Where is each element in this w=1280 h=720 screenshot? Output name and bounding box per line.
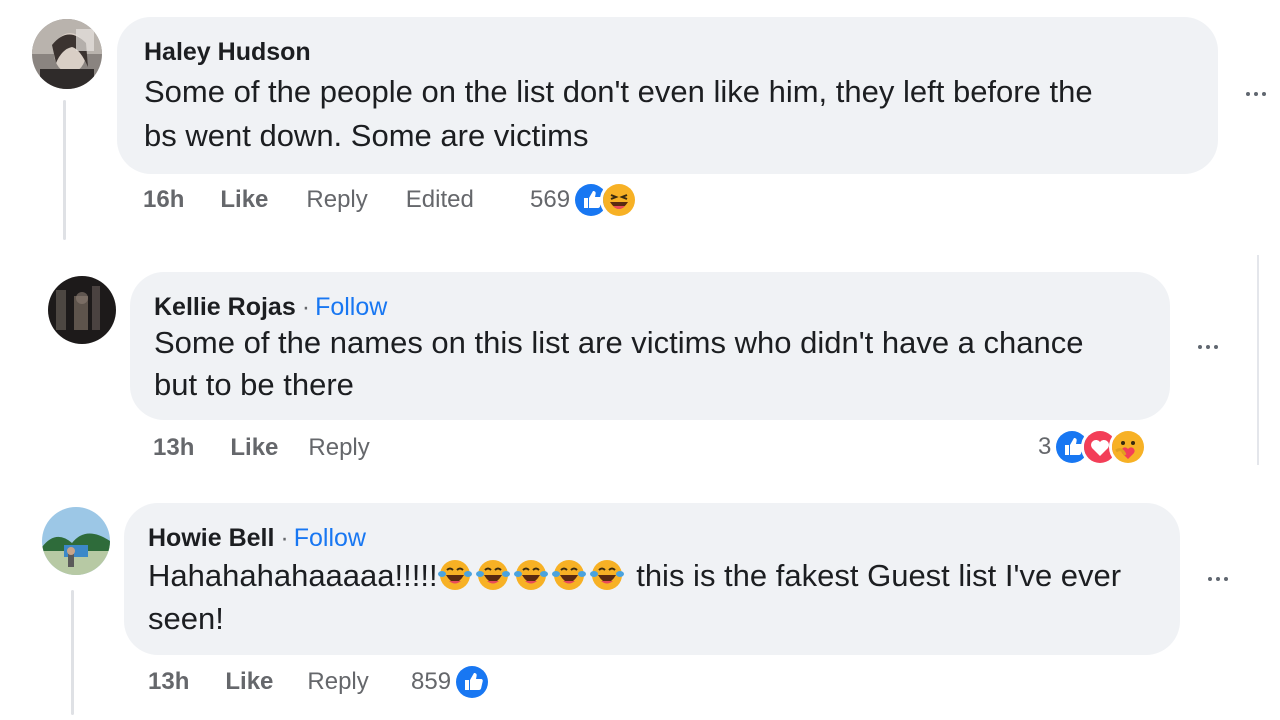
tears-of-joy-icon bbox=[513, 558, 548, 592]
comment-text-line: bs went down. Some are victims bbox=[144, 118, 589, 153]
comment-text-line: Hahahahahaaaaa!!!!! this is the fakest G… bbox=[148, 554, 1168, 597]
comment-text: Some of the names on this list are victi… bbox=[154, 322, 1154, 406]
comment-actions: 16h Like Reply Edited bbox=[143, 186, 474, 214]
comment-text: Hahahahahaaaaa!!!!! this is the fakest G… bbox=[148, 554, 1168, 640]
author-name[interactable]: Howie Bell bbox=[148, 524, 274, 553]
comment-actions: 13h Like Reply bbox=[148, 668, 369, 696]
reply-button[interactable]: Reply bbox=[307, 668, 368, 696]
avatar[interactable] bbox=[32, 19, 102, 89]
timestamp[interactable]: 13h bbox=[153, 434, 194, 462]
edited-label[interactable]: Edited bbox=[406, 186, 474, 214]
comment-text-line: Some of the names on this list are victi… bbox=[154, 325, 1084, 360]
tears-of-joy-icon bbox=[437, 558, 472, 592]
comment-text-line: seen! bbox=[148, 601, 224, 636]
timestamp[interactable]: 16h bbox=[143, 186, 184, 214]
timestamp[interactable]: 13h bbox=[148, 668, 189, 696]
more-options-icon[interactable] bbox=[1246, 92, 1266, 96]
reaction-summary[interactable]: 569 bbox=[530, 181, 639, 219]
like-button[interactable]: Like bbox=[220, 186, 268, 214]
comment-header: Howie Bell · Follow bbox=[148, 524, 366, 553]
tears-of-joy-icon bbox=[475, 558, 510, 592]
comment-header: Kellie Rojas · Follow bbox=[154, 293, 387, 322]
avatar[interactable] bbox=[48, 276, 116, 344]
reaction-count: 3 bbox=[1038, 433, 1052, 460]
follow-button[interactable]: Follow bbox=[294, 524, 366, 553]
comment-header: Haley Hudson bbox=[144, 38, 311, 67]
author-name[interactable]: Haley Hudson bbox=[144, 38, 311, 67]
reply-button[interactable]: Reply bbox=[306, 186, 367, 214]
reaction-count: 569 bbox=[530, 186, 571, 213]
more-options-icon[interactable] bbox=[1198, 345, 1218, 349]
scroll-rail bbox=[1257, 255, 1259, 465]
thread-line bbox=[71, 590, 74, 715]
author-name[interactable]: Kellie Rojas bbox=[154, 293, 296, 322]
care-icon bbox=[1109, 428, 1148, 466]
reaction-count: 859 bbox=[411, 668, 452, 695]
thread-line bbox=[63, 100, 66, 240]
like-button[interactable]: Like bbox=[230, 434, 278, 462]
comment-text-suffix: this is the fakest Guest list I've ever bbox=[627, 558, 1122, 593]
tears-of-joy-icon bbox=[589, 558, 624, 592]
reaction-summary[interactable]: 859 bbox=[411, 663, 492, 701]
separator: · bbox=[301, 293, 311, 321]
more-options-icon[interactable] bbox=[1208, 577, 1228, 581]
comment-text-line: Some of the people on the list don't eve… bbox=[144, 74, 1093, 109]
avatar[interactable] bbox=[42, 507, 110, 575]
like-button[interactable]: Like bbox=[225, 668, 273, 696]
like-icon bbox=[453, 663, 492, 701]
tears-of-joy-icon bbox=[551, 558, 586, 592]
reaction-summary[interactable]: 3 bbox=[1038, 428, 1148, 466]
comment-text: Some of the people on the list don't eve… bbox=[144, 70, 1204, 158]
comment-text-prefix: Hahahahahaaaaa!!!!! bbox=[148, 558, 438, 593]
comment-text-line: but to be there bbox=[154, 367, 354, 402]
separator: · bbox=[280, 524, 289, 552]
comment-actions: 13h Like Reply bbox=[153, 434, 370, 462]
laugh-icon bbox=[600, 181, 639, 219]
follow-button[interactable]: Follow bbox=[315, 293, 387, 322]
reply-button[interactable]: Reply bbox=[308, 434, 369, 462]
